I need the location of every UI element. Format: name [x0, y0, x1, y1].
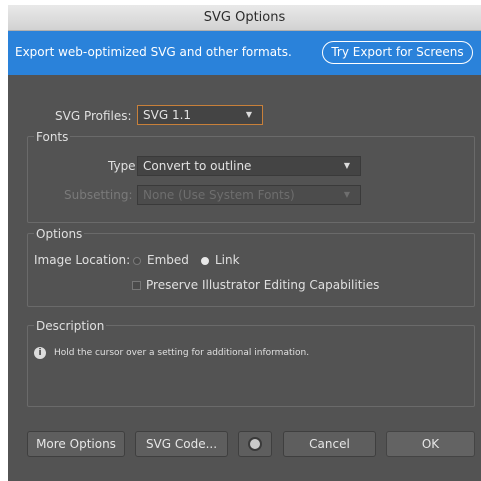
ok-button[interactable]: OK: [386, 431, 475, 457]
description-group: Description: [27, 319, 475, 407]
globe-icon: [248, 437, 262, 451]
fonts-group-title: Fonts: [34, 130, 71, 144]
subsetting-value: None (Use System Fonts): [143, 188, 295, 202]
browser-preview-button[interactable]: [238, 431, 272, 457]
subsetting-dropdown[interactable]: None (Use System Fonts) ▼: [137, 185, 361, 205]
chevron-down-icon: ▼: [343, 161, 350, 170]
svg-options-dialog: SVG Options Export web-optimized SVG and…: [8, 5, 481, 481]
subsetting-label: Subsetting:: [64, 188, 133, 202]
more-options-button[interactable]: More Options: [27, 431, 125, 457]
description-text: Hold the cursor over a setting for addit…: [54, 348, 310, 358]
embed-radio[interactable]: [133, 257, 141, 265]
link-label[interactable]: Link: [215, 253, 240, 267]
options-group-title: Options: [34, 227, 85, 241]
svg-profiles-value: SVG 1.1: [143, 108, 192, 122]
info-icon: i: [34, 347, 46, 359]
preserve-editing-checkbox[interactable]: [132, 281, 141, 290]
description-group-title: Description: [34, 319, 107, 333]
banner-text: Export web-optimized SVG and other forma…: [15, 45, 292, 59]
font-type-value: Convert to outline: [143, 159, 252, 173]
preserve-editing-label[interactable]: Preserve Illustrator Editing Capabilitie…: [146, 278, 379, 292]
font-type-label: Type:: [108, 159, 140, 173]
options-group: Options: [27, 227, 475, 307]
try-export-for-screens-button[interactable]: Try Export for Screens: [322, 41, 473, 64]
window-title: SVG Options: [203, 10, 286, 25]
cancel-button[interactable]: Cancel: [283, 431, 376, 457]
link-radio[interactable]: [201, 257, 209, 265]
svg-profiles-label: SVG Profiles:: [55, 109, 132, 123]
window-titlebar[interactable]: SVG Options: [8, 5, 481, 31]
image-location-label: Image Location:: [34, 253, 131, 267]
svg-profiles-dropdown[interactable]: SVG 1.1 ▼: [137, 105, 263, 125]
chevron-down-icon: ▼: [343, 190, 350, 199]
font-type-dropdown[interactable]: Convert to outline ▼: [137, 156, 361, 176]
embed-label[interactable]: Embed: [147, 253, 189, 267]
svg-code-button[interactable]: SVG Code...: [135, 431, 228, 457]
fonts-group: Fonts: [27, 130, 475, 223]
export-banner: Export web-optimized SVG and other forma…: [8, 31, 481, 75]
chevron-down-icon: ▼: [245, 110, 252, 119]
